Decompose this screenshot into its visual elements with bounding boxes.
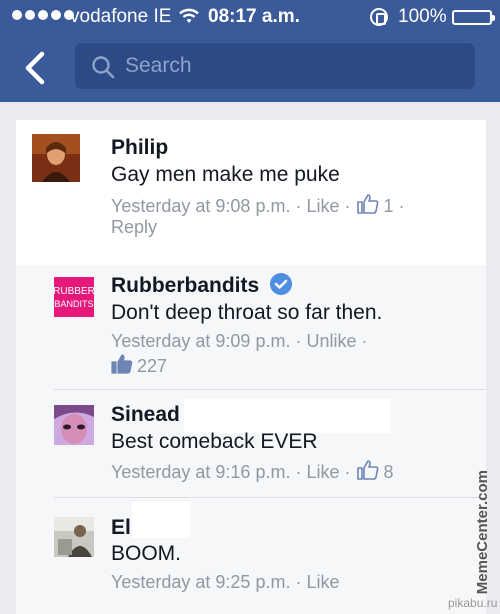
search-input[interactable] <box>125 43 465 89</box>
commenter-name[interactable]: Rubberbandits <box>111 274 259 298</box>
like-button[interactable]: Like <box>306 572 339 593</box>
like-count[interactable]: 227 <box>137 356 167 377</box>
comment-text: Don't deep throat so far then. <box>111 301 383 324</box>
back-button[interactable] <box>18 48 54 88</box>
carrier-name: vodafone IE <box>70 6 172 27</box>
signal-strength-icon <box>12 10 74 20</box>
wifi-icon <box>178 7 200 30</box>
comment-text: BOOM. <box>111 542 182 565</box>
comment: Philip Gay men make me puke Yesterday at… <box>16 120 486 265</box>
redacted-name <box>184 399 390 433</box>
battery-icon <box>452 10 495 25</box>
search-icon <box>91 55 115 84</box>
like-count[interactable]: 8 <box>383 462 393 483</box>
comment-likes: 227 <box>111 354 167 379</box>
comments-card: Philip Gay men make me puke Yesterday at… <box>16 120 486 614</box>
svg-text:BANDITS: BANDITS <box>54 299 93 309</box>
thumbs-up-icon <box>357 194 379 219</box>
rubberbandits-logo: RUBBER BANDITS <box>54 277 94 317</box>
timestamp[interactable]: Yesterday at 9:09 p.m. <box>111 331 290 352</box>
like-count[interactable]: 1 <box>383 196 393 217</box>
comment-text: Gay men make me puke <box>111 163 340 186</box>
battery-percentage: 100% <box>398 6 447 27</box>
like-button[interactable]: Like <box>306 462 339 483</box>
avatar[interactable] <box>54 517 94 557</box>
thumbs-up-icon <box>111 354 133 379</box>
comment-thread: Philip Gay men make me puke Yesterday at… <box>0 102 500 614</box>
clock: 08:17 a.m. <box>208 6 300 27</box>
watermark: MemeCenter.com <box>474 470 491 595</box>
redacted-name <box>132 502 190 538</box>
avatar[interactable] <box>54 405 94 445</box>
rotation-lock-icon <box>370 8 388 26</box>
reply-comment: El BOOM. Yesterday at 9:25 p.m. · Like <box>16 497 486 614</box>
comment-meta: Yesterday at 9:09 p.m. · Unlike · <box>111 331 368 352</box>
verified-badge-icon <box>270 273 292 295</box>
timestamp[interactable]: Yesterday at 9:25 p.m. <box>111 572 290 593</box>
avatar[interactable] <box>32 134 80 182</box>
comment-meta: Yesterday at 9:08 p.m. · Like · 1 · <box>111 194 410 219</box>
svg-text:RUBBER: RUBBER <box>54 286 94 297</box>
reply-button[interactable]: Reply <box>111 217 157 238</box>
like-button[interactable]: Like <box>306 196 339 217</box>
commenter-name[interactable]: Philip <box>111 136 168 160</box>
unlike-button[interactable]: Unlike <box>306 331 356 352</box>
timestamp[interactable]: Yesterday at 9:16 p.m. <box>111 462 290 483</box>
source-watermark: pikabu.ru <box>448 596 498 610</box>
commenter-name[interactable]: El <box>111 516 131 540</box>
reply-comment: RUBBER BANDITS Rubberbandits Don't deep … <box>16 265 486 389</box>
chevron-left-icon <box>25 51 45 85</box>
status-bar: vodafone IE 08:17 a.m. 100% <box>0 0 500 34</box>
search-box[interactable] <box>75 43 475 89</box>
reply-comment: Sinead Best comeback EVER Yesterday at 9… <box>16 389 486 497</box>
comment-text: Best comeback EVER <box>111 430 318 453</box>
thumbs-up-icon <box>357 460 379 485</box>
avatar[interactable]: RUBBER BANDITS <box>54 277 94 317</box>
comment-meta: Yesterday at 9:25 p.m. · Like <box>111 572 340 593</box>
timestamp[interactable]: Yesterday at 9:08 p.m. <box>111 196 290 217</box>
commenter-name[interactable]: Sinead <box>111 403 180 427</box>
comment-meta: Yesterday at 9:16 p.m. · Like · 8 <box>111 460 394 485</box>
navigation-bar <box>0 34 500 102</box>
